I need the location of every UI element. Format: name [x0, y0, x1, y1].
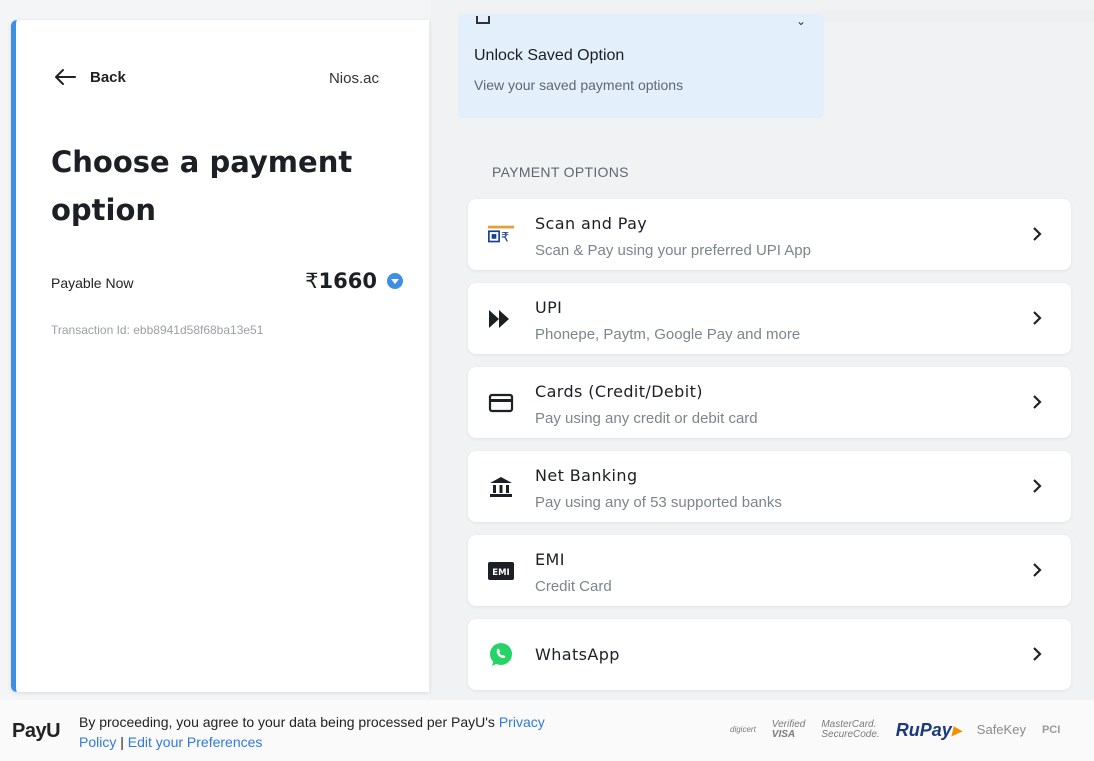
chevron-right-icon: [1027, 223, 1047, 245]
option-subtitle: Credit Card: [535, 578, 612, 595]
currency-symbol: ₹: [305, 269, 319, 293]
option-title: Net Banking: [535, 466, 638, 485]
footer: PayU By proceeding, you agree to your da…: [0, 700, 1094, 761]
mc-bottom: SecureCode.: [821, 729, 880, 740]
payu-logo: PayU: [12, 720, 61, 742]
back-label: Back: [90, 68, 126, 86]
bank-icon: [487, 475, 515, 499]
chevron-down-icon: ⌄: [796, 14, 807, 28]
emi-icon: EMI: [487, 559, 515, 583]
chevron-right-icon: [1027, 307, 1047, 329]
option-title: Scan and Pay: [535, 214, 648, 233]
transaction-id: Transaction Id: ebb8941d58f68ba13e51: [51, 323, 264, 337]
option-subtitle: Scan & Pay using your preferred UPI App: [535, 242, 811, 259]
chevron-right-icon: [1027, 643, 1047, 665]
back-button[interactable]: Back: [54, 68, 126, 86]
option-whatsapp[interactable]: WhatsApp: [468, 619, 1071, 690]
option-title: WhatsApp: [535, 645, 620, 664]
unlock-saved-title: Unlock Saved Option: [474, 47, 625, 64]
unlock-saved-option-card[interactable]: ⌄ Unlock Saved Option View your saved pa…: [458, 14, 824, 118]
unlock-saved-subtitle: View your saved payment options: [474, 77, 684, 93]
payable-amount: ₹1660: [305, 269, 377, 293]
option-subtitle: Pay using any of 53 supported banks: [535, 494, 782, 511]
rupay-text: RuPay: [895, 720, 952, 740]
page-title: Choose a payment option: [51, 145, 353, 227]
option-title: EMI: [535, 550, 565, 569]
whatsapp-icon: [487, 643, 515, 667]
option-cards[interactable]: Cards (Credit/Debit) Pay using any credi…: [468, 367, 1071, 438]
payment-options-heading: PAYMENT OPTIONS: [492, 164, 629, 180]
link-separator: |: [116, 734, 128, 750]
option-emi[interactable]: EMI EMI Credit Card: [468, 535, 1071, 606]
amount-value: 1660: [318, 269, 377, 293]
option-upi[interactable]: UPI Phonepe, Paytm, Google Pay and more: [468, 283, 1071, 354]
option-net-banking[interactable]: Net Banking Pay using any of 53 supporte…: [468, 451, 1071, 522]
edit-preferences-link[interactable]: Edit your Preferences: [128, 734, 263, 750]
card-icon: [487, 391, 515, 415]
digicert-badge: digicert: [730, 725, 756, 734]
arrow-left-icon: [55, 69, 76, 85]
lock-icon: [476, 16, 490, 24]
option-subtitle: Pay using any credit or debit card: [535, 410, 758, 427]
option-title: Cards (Credit/Debit): [535, 382, 703, 401]
payable-label: Payable Now: [51, 275, 134, 291]
amount-details-toggle[interactable]: [387, 273, 403, 289]
consent-message: By proceeding, you agree to your data be…: [79, 714, 499, 730]
upi-icon: [487, 307, 515, 331]
pci-badge: PCI: [1041, 724, 1061, 736]
payment-options-list: ₹ Scan and Pay Scan & Pay using your pre…: [468, 199, 1071, 703]
mastercard-securecode-badge: MasterCard. SecureCode.: [821, 720, 879, 740]
option-subtitle: Phonepe, Paytm, Google Pay and more: [535, 326, 801, 343]
order-summary-panel: Back Nios.ac Choose a payment option Pay…: [11, 20, 429, 692]
chevron-right-icon: [1027, 559, 1047, 581]
consent-text: By proceeding, you agree to your data be…: [79, 712, 579, 752]
svg-text:₹: ₹: [501, 231, 509, 246]
svg-text:EMI: EMI: [492, 568, 509, 578]
option-scan-and-pay[interactable]: ₹ Scan and Pay Scan & Pay using your pre…: [468, 199, 1071, 270]
option-title: UPI: [535, 298, 563, 317]
chevron-right-icon: [1027, 391, 1047, 413]
merchant-name: Nios.ac: [328, 70, 379, 87]
verified-by-visa-badge: Verified VISA: [772, 720, 806, 740]
bharat-qr-icon: ₹: [487, 223, 515, 247]
rupay-badge: RuPay▸: [895, 720, 961, 740]
safekey-badge: SafeKey: [976, 722, 1026, 737]
visa-bottom: VISA: [771, 729, 796, 740]
chevron-right-icon: [1027, 475, 1047, 497]
security-badges: digicert Verified VISA MasterCard. SecureC…: [730, 720, 1060, 740]
amount-row: ₹1660: [305, 269, 403, 293]
